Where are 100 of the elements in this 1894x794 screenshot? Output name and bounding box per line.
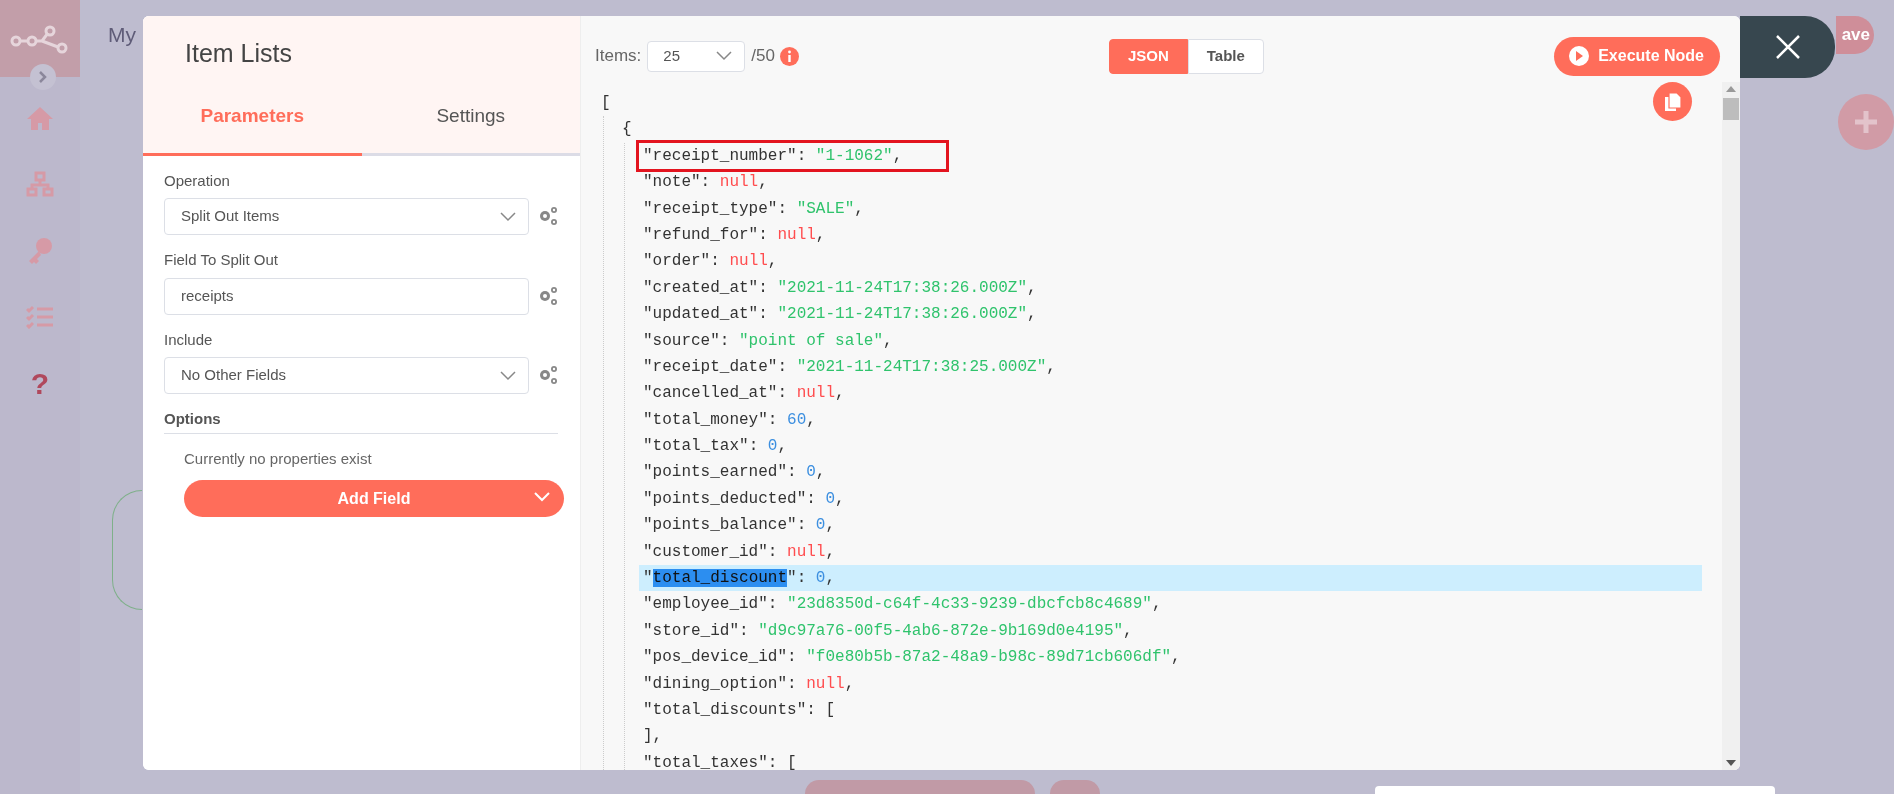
json-token: null [729,252,768,271]
view-toggle[interactable]: Table [1187,38,1264,74]
json-token: : [739,621,750,640]
json-token: , [1046,357,1056,376]
json-token: "store_id" [643,621,739,640]
expand-button[interactable] [30,64,56,90]
workflow-name[interactable]: My [108,22,136,48]
json-token: "receipt_type" [643,199,778,218]
json-token: , [806,410,816,429]
add-field-button[interactable]: Add Field [184,480,564,517]
network-icon[interactable] [26,171,54,197]
json-token: , [815,225,826,244]
json-token: "23d8350d-c64f-4c33-9239-dbcfcb8c4689" [787,595,1152,614]
json-token: , [1027,278,1037,297]
json-token: : [ [806,701,836,719]
key-icon[interactable] [27,237,53,265]
json-token: "total_tax" [643,437,749,456]
json-token: : [700,173,712,192]
checklist-icon[interactable] [26,305,54,329]
json-token: , [825,569,836,588]
json-token: , [892,146,903,165]
json-token: "SALE" [796,199,855,218]
json-token: "points_earned" [643,463,788,482]
execute-button[interactable]: Execute Node [1554,36,1720,76]
canvas-button[interactable] [805,780,1035,794]
json-token: , [835,384,845,403]
json-token: "source" [643,331,720,350]
json-token: 0 [815,569,826,588]
json-token: : [787,674,798,693]
json-token: : [806,489,817,508]
json-token: "point of sale" [739,331,884,350]
json-token: , [835,489,845,508]
home-icon[interactable] [26,105,54,131]
json-token: : [796,569,808,588]
json-token: : [748,437,760,456]
field-label: Field To Split Out [164,250,279,270]
json-token: : [796,516,808,535]
scrollbar[interactable] [1722,82,1740,770]
scroll-up-arrow-icon [1726,86,1736,92]
chevron-down-icon [500,211,516,222]
json-token: 60 [787,410,807,429]
json-token: : [777,384,789,403]
dropdown-field[interactable]: No Other Fields [164,357,529,394]
json-token: : [796,146,808,165]
json-token: "order" [643,252,711,271]
json-token: null [796,384,836,403]
json-token: "2021-11-24T17:38:26.000Z" [777,305,1028,324]
empty-message: Currently no properties exist [184,448,373,469]
json-token: , [825,516,836,535]
json-token: "2021-11-24T17:38:26.000Z" [777,278,1028,297]
save-button[interactable]: ave [1836,16,1874,54]
json-token: " [643,569,653,588]
json-token: , [825,542,836,561]
field-label: Include [164,329,214,350]
view-toggle[interactable]: JSON [1108,38,1188,74]
copy-button[interactable] [1653,82,1692,121]
json-token: "points_deducted" [643,489,807,508]
input-field[interactable]: receipts [164,277,529,315]
help-button[interactable]: ? [30,369,50,399]
json-token: : [758,278,769,297]
json-token: "refund_for" [643,225,759,244]
scroll-thumb[interactable] [1723,98,1739,120]
json-token: : [767,595,779,614]
json-token: : [767,542,779,561]
json-token: : [777,357,789,376]
dialog-close-button[interactable] [1740,16,1835,78]
json-token: "total_taxes" [643,753,768,770]
json-token: : [719,331,731,350]
panel-tab[interactable]: Settings [361,92,580,156]
info-icon[interactable] [779,46,799,66]
json-token: , [777,437,788,456]
json-token: : [710,252,721,271]
field-label: Operation [164,170,231,191]
json-token: , [854,199,864,218]
chevron-right-icon [38,70,48,84]
scroll-down-arrow-icon [1726,760,1736,766]
items-dropdown[interactable]: 25 [647,40,746,72]
json-token: "total_money" [643,410,768,429]
json-token: " [787,569,797,588]
panel-tab[interactable]: Parameters [143,92,362,156]
json-token: 0 [815,516,826,535]
node-title: Item Lists [184,38,293,68]
json-token: null [806,674,845,693]
close-icon [1774,34,1801,60]
json-token: "d9c97a76-00f5-4ab6-872e-9b169d0e4195" [758,621,1124,640]
json-token: "pos_device_id" [643,648,788,667]
json-token: , [1123,621,1133,640]
json-token: "2021-11-24T17:38:25.000Z" [796,357,1047,376]
items-total: /50 [751,45,775,68]
json-token: "customer_id" [643,542,768,561]
json-token: , [1027,305,1037,324]
json-token: "receipt_number" [643,146,797,165]
json-token: : [787,463,798,482]
dropdown-field[interactable]: Split Out Items [164,198,529,235]
json-token: "dining_option" [643,674,788,693]
json-token: ], [643,727,663,746]
json-token: , [1171,648,1181,667]
json-token: "total_discounts" [643,701,807,719]
add-node-button[interactable] [1838,94,1894,150]
canvas-button[interactable] [1050,780,1100,794]
